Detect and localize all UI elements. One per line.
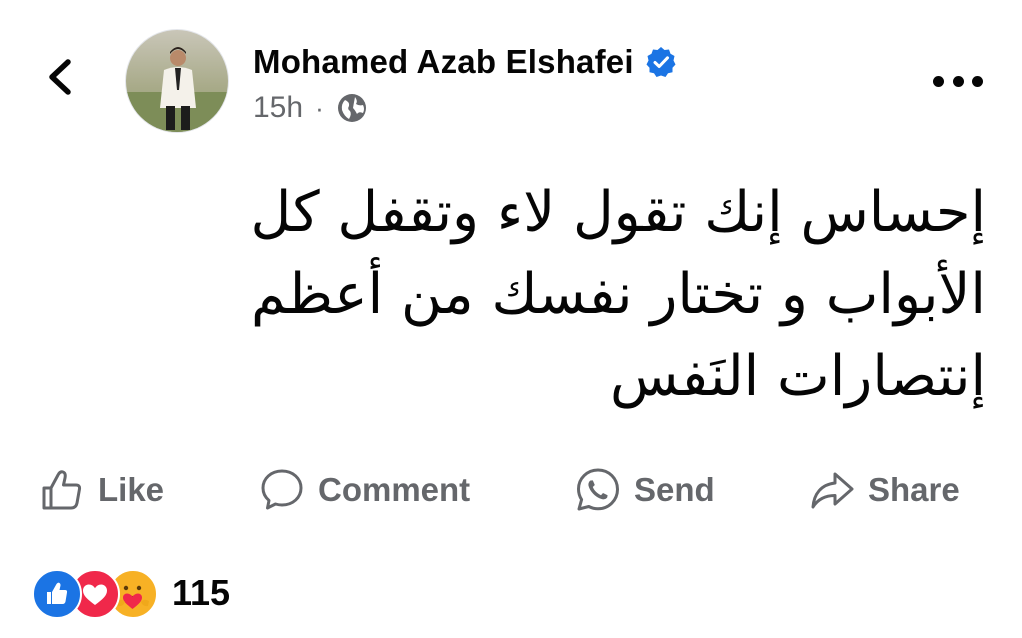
avatar[interactable] (126, 30, 228, 132)
post-body: إحساس إنك تقول لاء وتقفل كل الأبواب و تخ… (166, 172, 986, 418)
author-name[interactable]: Mohamed Azab Elshafei (253, 43, 634, 81)
comment-label: Comment (318, 471, 471, 508)
profile-photo (126, 30, 228, 132)
post-timestamp[interactable]: 15h (253, 91, 303, 125)
chevron-left-icon (49, 59, 71, 95)
send-button[interactable]: Send (574, 465, 715, 515)
share-label: Share (868, 471, 960, 508)
reaction-count: 115 (172, 572, 231, 613)
whatsapp-icon (577, 468, 619, 511)
reaction-summary[interactable]: 115 (32, 568, 231, 619)
post-header: Mohamed Azab Elshafei 15h · (0, 0, 1022, 150)
meta-separator: · (315, 92, 324, 123)
more-dot (972, 75, 983, 87)
like-reaction-icon (32, 569, 82, 619)
author-row: Mohamed Azab Elshafei (253, 40, 678, 84)
share-arrow-icon (811, 472, 854, 509)
post-line: إنتصارات النَفس (609, 344, 986, 409)
verified-badge-icon (646, 47, 676, 77)
post-line: إحساس إنك تقول لاء وتقفل كل (250, 180, 986, 245)
like-button[interactable]: Like (38, 465, 164, 515)
like-label: Like (98, 471, 165, 508)
action-bar: Like Comment Send Share (0, 455, 1022, 525)
more-options-button[interactable] (933, 66, 983, 96)
comment-bubble-icon (261, 469, 303, 510)
post-meta: 15h · (253, 88, 368, 128)
more-dot (952, 75, 964, 87)
comment-button[interactable]: Comment (258, 465, 470, 515)
post-line: الأبواب و تختار نفسك من أعظم (251, 262, 986, 327)
back-button[interactable] (38, 52, 88, 102)
more-dot (933, 75, 944, 87)
globe-icon (337, 94, 366, 122)
thumbs-up-icon (42, 470, 82, 510)
send-label: Send (634, 471, 715, 508)
share-button[interactable]: Share (808, 465, 960, 515)
reaction-icons (32, 569, 162, 619)
